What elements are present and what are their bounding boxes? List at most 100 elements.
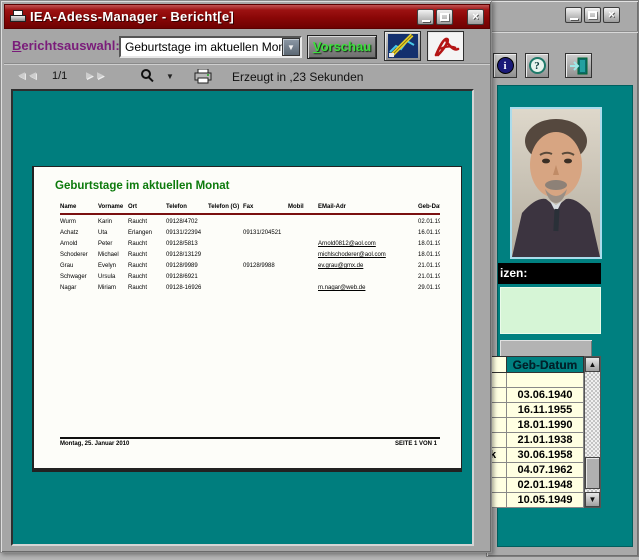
report-table: Name Vorname Ort Telefon Telefon (G) Fax Mobil… xyxy=(60,203,440,291)
grid-row: 18.01.1990 xyxy=(487,418,584,433)
report-table-cell xyxy=(208,229,243,240)
close-button[interactable]: × xyxy=(467,9,484,25)
grid-row: 02.01.1948 xyxy=(487,478,584,493)
report-table-cell xyxy=(208,284,243,295)
grid-date-cell[interactable]: 30.06.1958 xyxy=(507,448,584,463)
info-icon: i xyxy=(496,57,514,74)
report-table-cell: 21.01.1954 xyxy=(418,263,440,269)
desktop: × i ? izen: Geb-Datum 03.06.1940 16.11.1… xyxy=(0,0,639,560)
app-icon xyxy=(10,9,26,24)
report-table-cell: Raucht xyxy=(128,252,148,258)
scrollbar-thumb[interactable] xyxy=(585,457,600,489)
zoom-dropdown-button[interactable]: ▼ xyxy=(166,72,174,81)
report-table-cell: 09131/22394 xyxy=(166,230,202,236)
title-bar[interactable]: IEA-Adess-Manager - Bericht[e] × xyxy=(4,4,490,29)
report-table-cell: Nagar xyxy=(60,285,77,291)
grid-body: 03.06.1940 16.11.1955 18.01.1990 21.01.1938… xyxy=(487,373,584,508)
report-table-cell: Arnold0812@aol.com xyxy=(318,241,376,247)
report-column-header: Vorname xyxy=(98,204,124,210)
export-pdf-button[interactable] xyxy=(427,31,464,61)
preview-button[interactable]: Vorschau xyxy=(307,35,377,59)
report-table-cell xyxy=(318,273,418,284)
help-button[interactable]: ? xyxy=(525,53,549,78)
maximize-button[interactable] xyxy=(436,9,453,25)
grid-row xyxy=(487,373,584,388)
report-table-cell: Raucht xyxy=(128,263,148,269)
report-column-header: Name xyxy=(60,204,77,210)
grid-header-geb-datum[interactable]: Geb-Datum xyxy=(507,356,584,373)
maximize-icon xyxy=(440,13,449,21)
report-table-row: Nagar Miriam Raucht 09128-16926 m.nagar@web.… xyxy=(60,284,440,295)
printer-icon xyxy=(194,68,212,84)
grid-date-cell[interactable] xyxy=(507,373,584,388)
info-button[interactable]: i xyxy=(493,53,517,78)
scroll-down-button[interactable]: ▼ xyxy=(585,492,600,507)
help-icon: ? xyxy=(528,57,546,74)
report-footer-page: SEITE 1 VON 1 xyxy=(394,441,437,447)
contact-photo xyxy=(510,107,602,259)
panel-divider xyxy=(500,340,592,357)
first-page-button[interactable]: ◀ xyxy=(18,70,25,81)
grid-date-cell[interactable]: 21.01.1938 xyxy=(507,433,584,448)
report-table-cell xyxy=(318,218,418,229)
report-table-cell xyxy=(208,251,243,262)
close-button[interactable]: × xyxy=(603,7,620,23)
report-table-cell: Schwager xyxy=(60,274,87,280)
grid-date-cell[interactable]: 03.06.1940 xyxy=(507,388,584,403)
report-column-header: Ort xyxy=(128,204,137,210)
exit-button[interactable] xyxy=(565,53,592,78)
maximize-button[interactable] xyxy=(584,7,601,23)
minimize-icon xyxy=(421,20,430,22)
report-selection-toolbar: Berichtsauswahl: Geburtstage im aktuelle… xyxy=(4,29,490,63)
report-table-cell: 16.01.1961 xyxy=(418,230,440,236)
report-select-combobox[interactable]: Geburtstage im aktuellen Monat ▼ xyxy=(119,36,302,58)
grid-date-cell[interactable]: 02.01.1948 xyxy=(507,478,584,493)
report-table-cell xyxy=(208,240,243,251)
grid-date-cell[interactable]: 18.01.1990 xyxy=(507,418,584,433)
report-table-row: Schwager Ursula Raucht 09128/6921 21.01.1988 xyxy=(60,273,440,284)
minimize-button[interactable] xyxy=(565,7,582,23)
report-table-cell: Raucht xyxy=(128,274,148,280)
report-table-cell: Peter xyxy=(98,241,113,247)
report-column-header: Mobil xyxy=(288,204,304,210)
grid-date-cell[interactable]: 04.07.1962 xyxy=(507,463,584,478)
report-table-cell: 09128/9988 xyxy=(243,263,275,269)
report-column-header: Telefon (G) xyxy=(208,204,240,210)
export-chart-button[interactable] xyxy=(384,31,421,61)
report-column-header: EMail-Adr xyxy=(318,204,347,210)
report-table-cell: 09128/5813 xyxy=(166,241,198,247)
grid-scrollbar[interactable]: ▲ ▼ xyxy=(584,356,601,508)
button-spacer xyxy=(455,9,467,25)
report-body: Wurm Karin Raucht 09128/4702 02.01.1946 Achat… xyxy=(60,218,440,295)
next-page-button[interactable]: ▶ xyxy=(86,70,93,81)
report-column-header: Telefon xyxy=(166,204,187,210)
report-preview-area[interactable]: Geburtstage im aktuellen Monat Name Vorna… xyxy=(11,89,474,546)
chart-icon xyxy=(387,34,418,58)
generation-status-text: Erzeugt in ,23 Sekunden xyxy=(232,70,364,84)
report-table-cell xyxy=(288,284,318,295)
zoom-button[interactable] xyxy=(141,69,157,85)
background-window-controls: × xyxy=(565,7,620,23)
report-table-cell: 09128-16926 xyxy=(166,285,202,291)
header-separator-line xyxy=(60,213,440,215)
report-footer-date: Montag, 25. Januar 2010 xyxy=(60,441,130,447)
report-table-cell: 02.01.1946 xyxy=(418,219,440,225)
previous-page-button[interactable]: ◀ xyxy=(29,70,36,81)
report-selection-label: Berichtsauswahl: xyxy=(12,38,120,53)
grid-date-cell[interactable]: 16.11.1955 xyxy=(507,403,584,418)
grid-date-cell[interactable]: 10.05.1949 xyxy=(507,493,584,508)
report-table-cell: m.nagar@web.de xyxy=(318,285,366,291)
report-table-cell: 09128/4702 xyxy=(166,219,198,225)
report-table-row: Grau Evelyn Raucht 09128/9989 09128/9988 ev.g… xyxy=(60,262,440,273)
combobox-dropdown-button[interactable]: ▼ xyxy=(282,38,300,56)
scroll-up-button[interactable]: ▲ xyxy=(585,357,600,372)
footer-separator-line xyxy=(60,437,440,439)
notes-textarea[interactable] xyxy=(500,287,601,334)
toolbar-separator xyxy=(489,31,638,33)
print-button[interactable] xyxy=(194,68,212,89)
grid-row: 04.07.1962 xyxy=(487,463,584,478)
last-page-button[interactable]: ▶ xyxy=(97,70,104,81)
report-table-cell: 09131/204521 xyxy=(243,230,282,236)
preview-navigation-toolbar: ◀ ◀ 1/1 ▶ ▶ ▼ Erzeugt in ,23 Sekunden xyxy=(4,63,490,89)
minimize-button[interactable] xyxy=(417,9,434,25)
